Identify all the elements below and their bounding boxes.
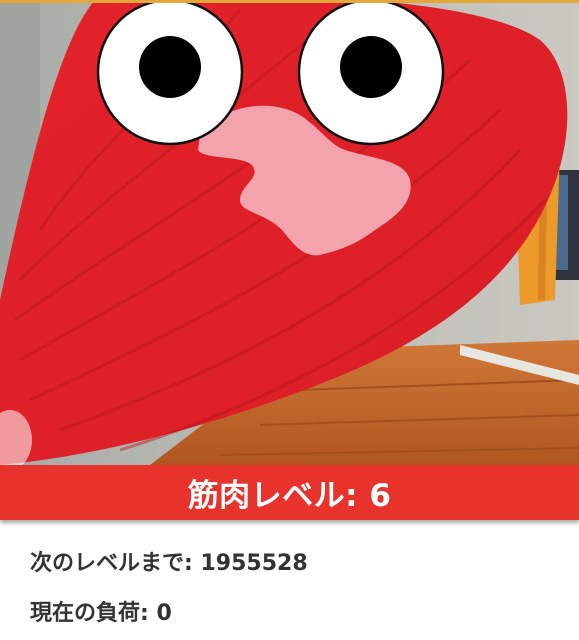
muscle-level-text: 筋肉レベル: 6 bbox=[188, 470, 392, 515]
next-level-value: 1955528 bbox=[200, 551, 308, 576]
left-eye-icon bbox=[96, 0, 244, 146]
muscle-level-banner: 筋肉レベル: 6 bbox=[0, 465, 579, 520]
current-load-info: 現在の負荷: 0 bbox=[30, 595, 172, 627]
game-scene[interactable] bbox=[0, 0, 579, 465]
top-edge-bar bbox=[0, 0, 579, 3]
current-load-value: 0 bbox=[156, 601, 172, 626]
right-eye-icon bbox=[297, 0, 445, 146]
current-load-label: 現在の負荷: bbox=[30, 601, 157, 626]
muscle-level-value: 6 bbox=[369, 478, 392, 514]
next-level-label: 次のレベルまで: bbox=[30, 551, 201, 576]
next-level-info: 次のレベルまで: 1955528 bbox=[30, 545, 308, 577]
muscle-level-label: 筋肉レベル: bbox=[187, 478, 370, 514]
muscle-character[interactable] bbox=[0, 0, 579, 465]
